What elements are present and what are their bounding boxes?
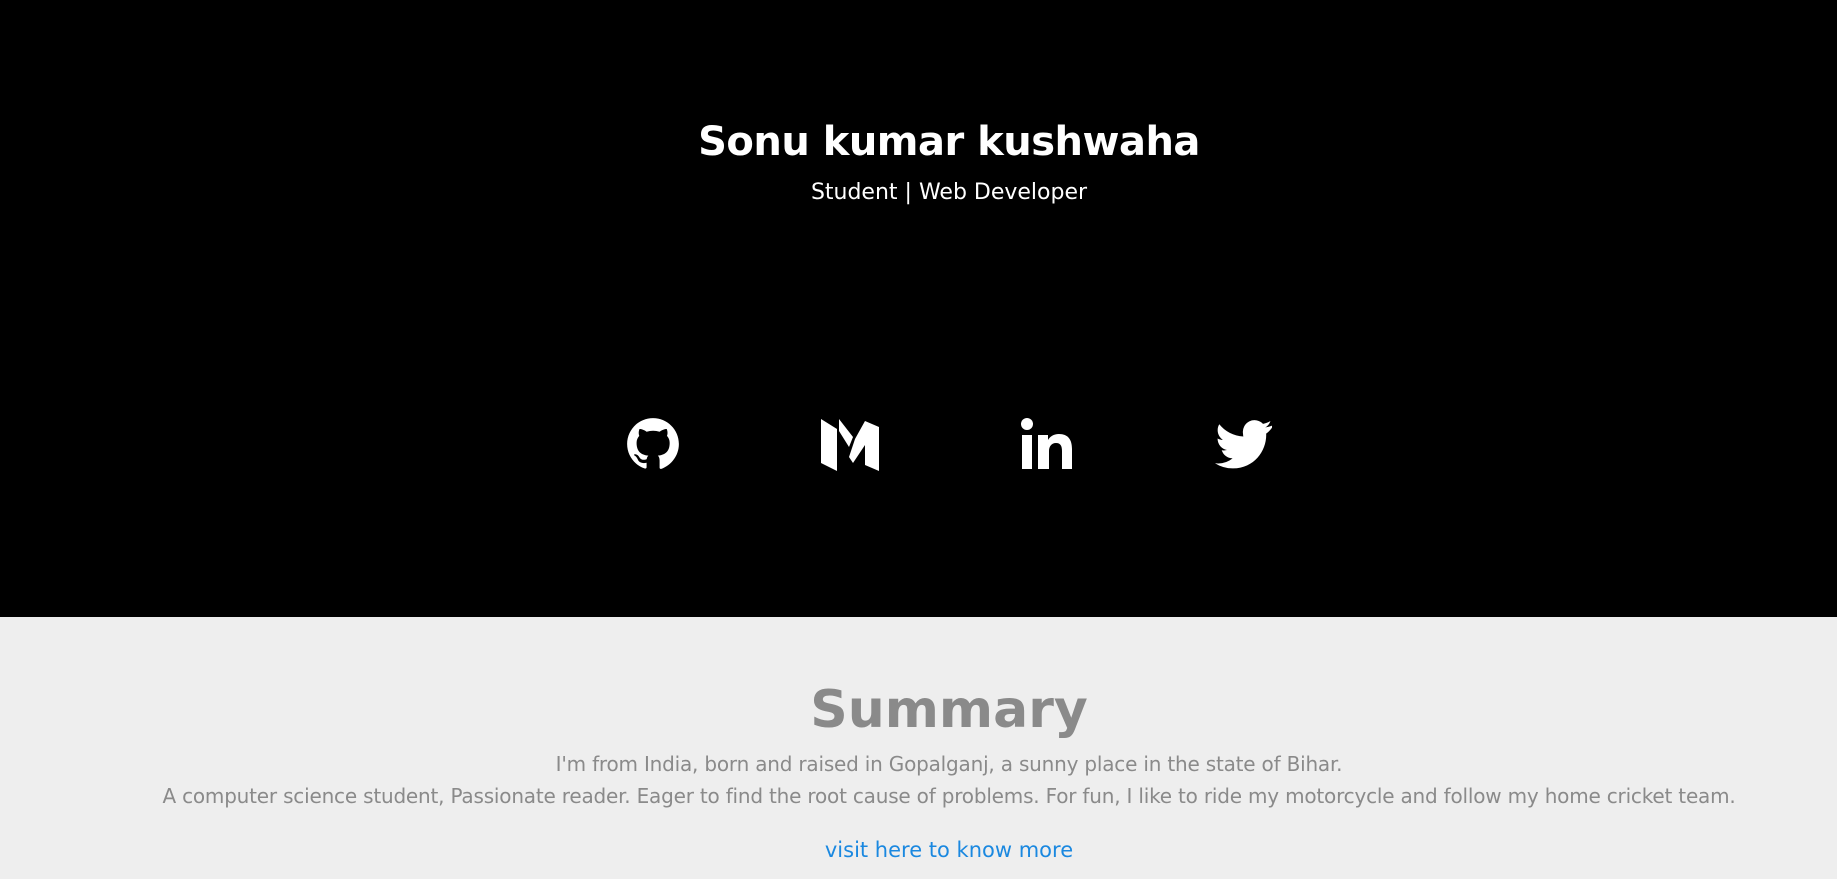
- know-more-link[interactable]: visit here to know more: [825, 838, 1073, 862]
- summary-link-wrapper: visit here to know more: [0, 835, 1837, 865]
- github-icon: [627, 418, 679, 469]
- hero-name: Sonu kumar kushwaha: [698, 119, 1200, 165]
- summary-line-1: I'm from India, born and raised in Gopal…: [555, 752, 1343, 776]
- summary-line-2: A computer science student, Passionate r…: [162, 784, 1736, 808]
- medium-icon: [821, 419, 879, 471]
- linkedin-icon: [1021, 418, 1072, 469]
- summary-section: Summary I'm from India, born and raised …: [0, 617, 1837, 879]
- twitter-icon: [1215, 420, 1273, 469]
- summary-title: Summary: [810, 680, 1088, 740]
- hero-role: Student | Web Developer: [810, 180, 1088, 205]
- medium-link[interactable]: [818, 412, 882, 476]
- hero-section: Sonu kumar kushwaha Student | Web Develo…: [0, 0, 1837, 617]
- twitter-link[interactable]: [1212, 412, 1276, 476]
- linkedin-link[interactable]: [1016, 412, 1080, 476]
- github-link[interactable]: [621, 412, 685, 476]
